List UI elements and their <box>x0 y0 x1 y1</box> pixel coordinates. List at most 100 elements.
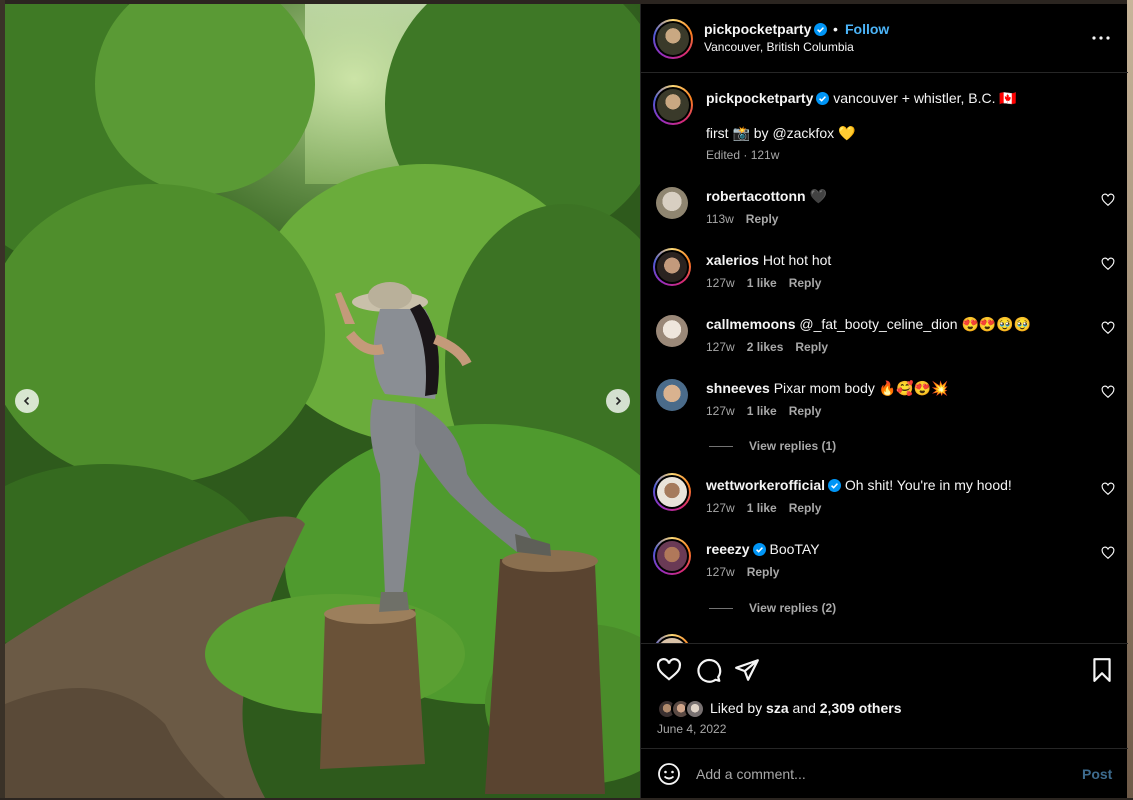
comment-likes[interactable]: 1 like <box>747 404 777 418</box>
commenter-username[interactable]: reeezy <box>706 541 750 557</box>
post-header: pickpocketparty • Follow Vancouver, Brit… <box>641 4 1128 73</box>
heart-icon[interactable] <box>1101 482 1115 496</box>
comment-meta: 127w 1 like Reply <box>706 404 833 418</box>
view-replies-label[interactable]: View replies (1) <box>749 439 836 453</box>
comment-text: reeezy BooTAY <box>706 541 820 557</box>
author-avatar[interactable] <box>653 19 693 59</box>
commenter-username[interactable]: robertacottonn <box>706 188 806 204</box>
chevron-right-icon <box>615 396 622 406</box>
commenter-username[interactable]: shneeves <box>706 380 770 396</box>
reply-button[interactable]: Reply <box>789 404 822 418</box>
verified-badge-icon <box>814 23 828 36</box>
view-replies-button[interactable]: View replies (2) <box>709 601 836 615</box>
reply-button[interactable]: Reply <box>789 501 822 515</box>
comment-body: @_fat_booty_celine_dion 😍😍🥹🥹 <box>799 316 1032 332</box>
comment-text: shneeves Pixar mom body 🔥🥰😍💥 <box>706 380 948 397</box>
view-replies-label[interactable]: View replies (2) <box>749 601 836 615</box>
comment-icon[interactable] <box>696 657 722 683</box>
caption-text: pickpocketparty vancouver + whistler, B.… <box>706 90 1017 107</box>
post-date[interactable]: June 4, 2022 <box>657 722 726 736</box>
comment-input[interactable] <box>696 763 1066 785</box>
comment-likes[interactable]: 1 like <box>747 276 777 290</box>
comment-meta: 127w 1 like Reply <box>706 276 833 290</box>
emoji-icon[interactable] <box>657 762 681 786</box>
commenter-username[interactable]: callmemoons <box>706 316 795 332</box>
commenter-avatar[interactable] <box>656 379 688 411</box>
verified-badge-icon <box>816 92 830 105</box>
comment-body: BooTAY <box>769 541 820 557</box>
comment-meta: 127w Reply <box>706 565 791 579</box>
heart-icon[interactable] <box>1101 257 1115 271</box>
comments-list[interactable]: pickpocketparty vancouver + whistler, B.… <box>641 74 1128 643</box>
comment-time: 127w <box>706 501 735 515</box>
heart-icon[interactable] <box>1101 385 1115 399</box>
comment-meta: 127w 2 likes Reply <box>706 340 840 354</box>
commenter-avatar[interactable] <box>656 187 688 219</box>
comment-text: robertacottonn 🖤 <box>706 188 827 205</box>
comment-meta: 113w Reply <box>706 212 790 226</box>
likes-and: and <box>792 700 816 716</box>
liker-avatar <box>685 699 705 719</box>
verified-badge-icon <box>752 543 766 556</box>
reply-button[interactable]: Reply <box>746 212 779 226</box>
likes-summary[interactable]: Liked by sza and 2,309 others <box>710 700 901 716</box>
comment-text: wettworkerofficial Oh shit! You're in my… <box>706 477 1012 493</box>
bookmark-icon[interactable] <box>1089 657 1115 683</box>
comment-time: 127w <box>706 276 735 290</box>
comment-body: Pixar mom body 🔥🥰😍💥 <box>773 380 949 396</box>
comment-body: Hot hot hot <box>762 252 832 268</box>
next-image-button[interactable] <box>606 389 630 413</box>
comment-text: callmemoons @_fat_booty_celine_dion 😍😍🥹🥹 <box>706 316 1031 333</box>
likes-others[interactable]: 2,309 others <box>820 700 902 716</box>
commenter-avatar[interactable] <box>653 634 691 643</box>
follow-button[interactable]: Follow <box>845 21 889 37</box>
share-icon[interactable] <box>734 657 760 683</box>
heart-icon[interactable] <box>1101 321 1115 335</box>
comment-text: xalerios Hot hot hot <box>706 252 831 268</box>
reply-button[interactable]: Reply <box>747 565 780 579</box>
replies-divider <box>709 446 733 448</box>
chevron-left-icon <box>23 396 30 406</box>
commenter-avatar[interactable] <box>656 315 688 347</box>
comment-time: 127w <box>706 340 735 354</box>
post-details-panel: pickpocketparty • Follow Vancouver, Brit… <box>640 4 1128 798</box>
comment-body: Oh shit! You're in my hood! <box>844 477 1012 493</box>
verified-badge-icon <box>828 479 842 492</box>
likes-prefix: Liked by <box>710 700 763 716</box>
replies-divider <box>709 608 733 610</box>
author-username[interactable]: pickpocketparty <box>704 21 828 37</box>
previous-image-button[interactable] <box>15 389 39 413</box>
comment-meta: 127w 1 like Reply <box>706 501 833 515</box>
post-photo[interactable] <box>5 4 640 798</box>
reply-button[interactable]: Reply <box>795 340 828 354</box>
commenter-avatar[interactable] <box>653 537 691 575</box>
heart-icon[interactable] <box>1101 546 1115 560</box>
commenter-username[interactable]: wettworkerofficial <box>706 477 825 493</box>
caption-username[interactable]: pickpocketparty <box>706 90 813 106</box>
comment-time: 127w <box>706 404 735 418</box>
caption-body: vancouver + whistler, B.C. 🇨🇦 <box>833 90 1017 106</box>
comment-likes[interactable]: 1 like <box>747 501 777 515</box>
more-options-icon <box>1092 36 1110 40</box>
reply-button[interactable]: Reply <box>789 276 822 290</box>
author-avatar[interactable] <box>653 85 693 125</box>
comment-likes[interactable]: 2 likes <box>747 340 784 354</box>
heart-icon[interactable] <box>656 657 682 683</box>
liked-by-avatars[interactable] <box>657 699 709 719</box>
post-comment-button[interactable]: Post <box>1082 766 1112 782</box>
caption-meta: Edited · 121w <box>706 148 780 162</box>
post-location[interactable]: Vancouver, British Columbia <box>704 40 854 54</box>
author-username-text[interactable]: pickpocketparty <box>704 21 811 37</box>
comment-body: 🖤 <box>809 188 827 204</box>
heart-icon[interactable] <box>1101 193 1115 207</box>
comment-composer: Post <box>641 748 1128 798</box>
forest-trail-image <box>5 4 640 798</box>
caption-line2: first 📸 by @zackfox 💛 <box>706 125 856 141</box>
commenter-avatar[interactable] <box>653 248 691 286</box>
likes-user[interactable]: sza <box>766 700 789 716</box>
commenter-avatar[interactable] <box>653 473 691 511</box>
post-actions: Liked by sza and 2,309 others June 4, 20… <box>641 643 1128 748</box>
view-replies-button[interactable]: View replies (1) <box>709 439 836 453</box>
more-options-button[interactable] <box>1089 26 1113 50</box>
commenter-username[interactable]: xalerios <box>706 252 759 268</box>
